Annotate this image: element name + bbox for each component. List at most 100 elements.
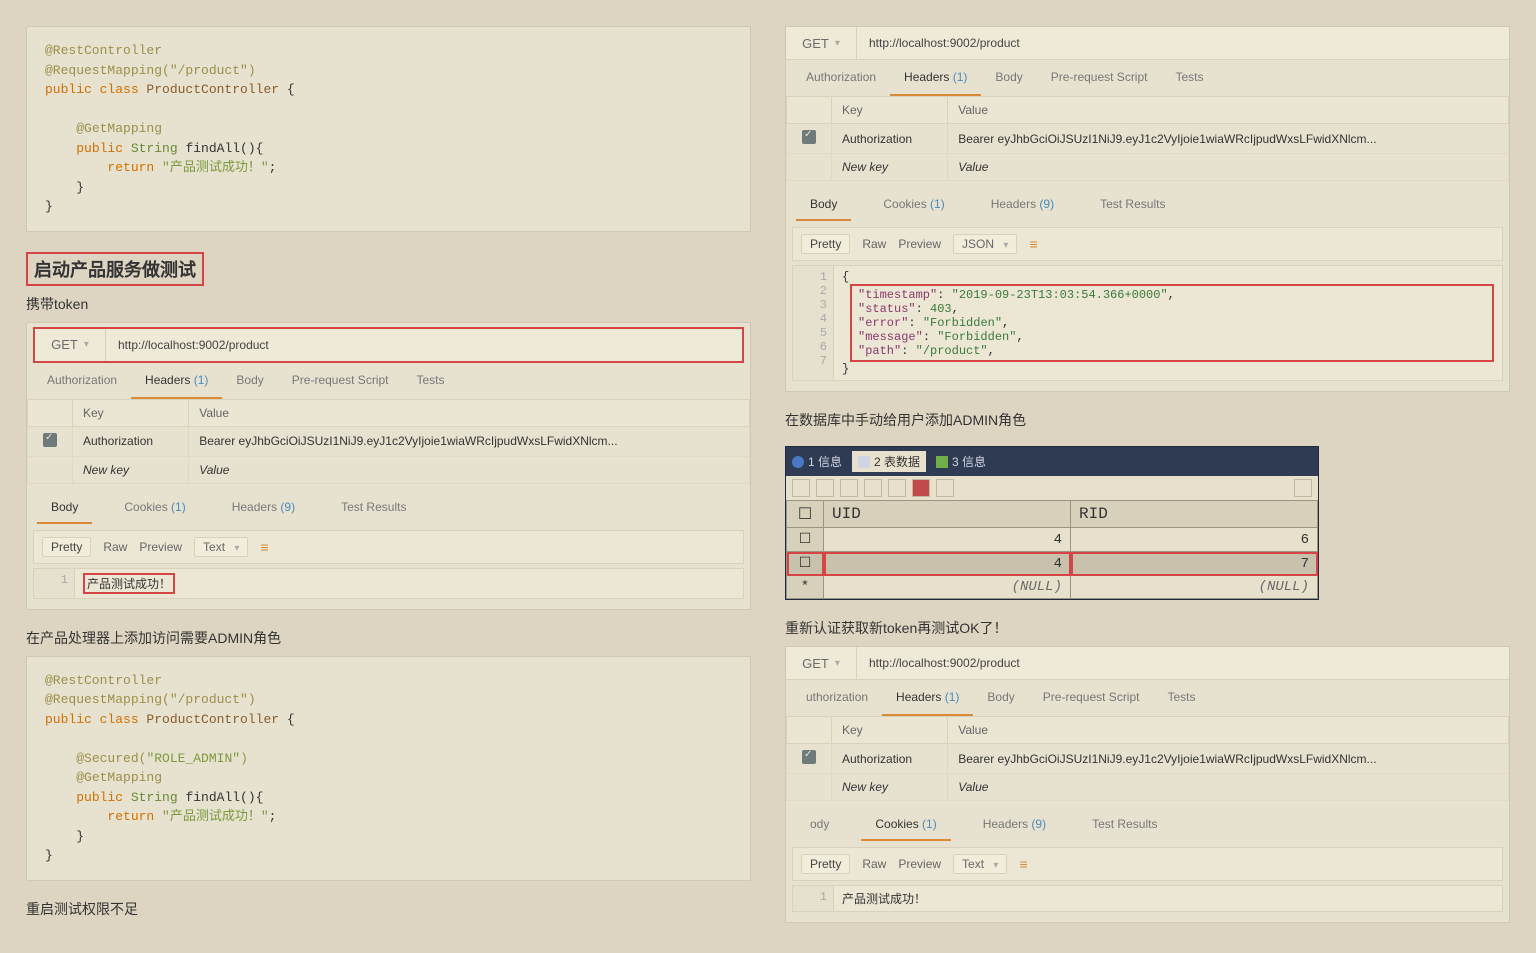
tab-Tests[interactable]: Tests (402, 363, 458, 399)
new-key-input[interactable]: New key (832, 154, 948, 181)
pretty-button[interactable]: Pretty (801, 854, 850, 874)
preview-button[interactable]: Preview (898, 237, 941, 251)
db-toolbar-btn[interactable] (840, 479, 858, 497)
tab-Headers[interactable]: Headers (9) (977, 187, 1068, 221)
request-tabs: AuthorizationHeaders (1)BodyPre-request … (786, 60, 1509, 96)
raw-button[interactable]: Raw (862, 857, 886, 871)
type-selector[interactable]: Text ▾ (953, 854, 1007, 874)
postman-panel-3: GET▾ http://localhost:9002/product uthor… (785, 646, 1510, 923)
wrap-icon[interactable]: ≡ (1029, 236, 1035, 252)
http-method-selector[interactable]: GET▾ (786, 647, 857, 679)
tab-Body[interactable]: Body (37, 490, 92, 524)
chevron-down-icon: ▾ (835, 658, 840, 669)
response-format-bar: Pretty Raw Preview JSON ▾ ≡ (792, 227, 1503, 261)
chevron-down-icon: ▾ (835, 38, 840, 49)
tab-Body[interactable]: Body (981, 60, 1036, 96)
tab-Authorization[interactable]: Authorization (33, 363, 131, 399)
db-grid: ☐UIDRID☐46☐47*(NULL)(NULL) (786, 500, 1318, 599)
preview-button[interactable]: Preview (898, 857, 941, 871)
url-input[interactable]: http://localhost:9002/product (857, 27, 1509, 59)
chevron-down-icon: ▾ (84, 339, 89, 350)
preview-button[interactable]: Preview (139, 540, 182, 554)
right-column: GET▾ http://localhost:9002/product Autho… (785, 26, 1510, 927)
new-key-input[interactable]: New key (73, 456, 189, 483)
new-value-input[interactable]: Value (948, 774, 1509, 801)
db-tab[interactable]: 3 信息 (936, 451, 986, 472)
tab-Body[interactable]: Body (973, 680, 1028, 716)
raw-button[interactable]: Raw (862, 237, 886, 251)
left-column: @RestController @RequestMapping("/produc… (26, 26, 751, 927)
db-toolbar-btn[interactable] (936, 479, 954, 497)
db-tab[interactable]: 1 信息 (792, 451, 842, 472)
section-heading-5: 重新认证获取新token再测试OK了！ (785, 618, 1510, 638)
checkbox-icon[interactable] (802, 130, 816, 144)
tab-Body[interactable]: Body (796, 187, 851, 221)
tab-Pre-request Script[interactable]: Pre-request Script (278, 363, 403, 399)
db-toolbar-btn[interactable] (864, 479, 882, 497)
tab-Tests[interactable]: Tests (1153, 680, 1209, 716)
response-body: 1234567 {"timestamp": "2019-09-23T13:03:… (792, 265, 1503, 381)
tab-Test Results[interactable]: Test Results (1078, 807, 1171, 841)
section-heading-2: 在产品处理器上添加访问需要ADMIN角色 (26, 628, 751, 648)
db-toolbar-btn[interactable] (888, 479, 906, 497)
tab-Pre-request Script[interactable]: Pre-request Script (1037, 60, 1162, 96)
section-heading-4: 在数据库中手动给用户添加ADMIN角色 (785, 410, 1510, 430)
header-value-input[interactable]: Bearer eyJhbGciOiJSUzI1NiJ9.eyJ1c2VyIjoi… (189, 426, 750, 456)
db-toolbar (786, 476, 1318, 500)
http-method-selector[interactable]: GET▾ (786, 27, 857, 59)
tab-uthorization[interactable]: uthorization (792, 680, 882, 716)
tab-Cookies[interactable]: Cookies (1) (110, 490, 199, 524)
wrap-icon[interactable]: ≡ (1019, 856, 1025, 872)
tab-Authorization[interactable]: Authorization (792, 60, 890, 96)
tab-ody[interactable]: ody (796, 807, 843, 841)
tab-Body[interactable]: Body (222, 363, 277, 399)
type-selector[interactable]: JSON ▾ (953, 234, 1017, 254)
new-value-input[interactable]: Value (948, 154, 1509, 181)
tab-Cookies[interactable]: Cookies (1) (869, 187, 958, 221)
http-method-selector[interactable]: GET▾ (35, 329, 106, 361)
header-value-input[interactable]: Bearer eyJhbGciOiJSUzI1NiJ9.eyJ1c2VyIjoi… (948, 744, 1509, 774)
section-heading-3: 重启测试权限不足 (26, 899, 751, 919)
new-value-input[interactable]: Value (189, 456, 750, 483)
tab-Test Results[interactable]: Test Results (1086, 187, 1179, 221)
checkbox-icon[interactable] (802, 750, 816, 764)
code-block-1: @RestController @RequestMapping("/produc… (26, 26, 751, 232)
tab-Headers[interactable]: Headers (1) (882, 680, 973, 716)
response-format-bar: Pretty Raw Preview Text ▾ ≡ (792, 847, 1503, 881)
tab-Headers[interactable]: Headers (9) (218, 490, 309, 524)
new-key-input[interactable]: New key (832, 774, 948, 801)
db-tabs: 1 信息 2 表数据 3 信息 (786, 447, 1318, 476)
url-input[interactable]: http://localhost:9002/product (106, 329, 742, 361)
header-value-input[interactable]: Bearer eyJhbGciOiJSUzI1NiJ9.eyJ1c2VyIjoi… (948, 124, 1509, 154)
tab-Test Results[interactable]: Test Results (327, 490, 420, 524)
db-toolbar-btn[interactable] (1294, 479, 1312, 497)
response-tabs: Body Cookies (1) Headers (9) Test Results (786, 181, 1509, 221)
type-selector[interactable]: Text ▾ (194, 537, 248, 557)
response-body: 1 产品测试成功！ (792, 885, 1503, 912)
headers-table: KeyValue Authorization Bearer eyJhbGciOi… (786, 716, 1509, 801)
header-key-input[interactable]: Authorization (73, 426, 189, 456)
pretty-button[interactable]: Pretty (801, 234, 850, 254)
tab-Cookies[interactable]: Cookies (1) (861, 807, 950, 841)
tab-Pre-request Script[interactable]: Pre-request Script (1029, 680, 1154, 716)
section-heading-1: 启动产品服务做测试 (26, 252, 751, 286)
header-key-input[interactable]: Authorization (832, 744, 948, 774)
headers-table: KeyValue Authorization Bearer eyJhbGciOi… (786, 96, 1509, 181)
db-tab[interactable]: 2 表数据 (852, 451, 926, 472)
pretty-button[interactable]: Pretty (42, 537, 91, 557)
checkbox-icon[interactable] (43, 433, 57, 447)
wrap-icon[interactable]: ≡ (260, 539, 266, 555)
url-input[interactable]: http://localhost:9002/product (857, 647, 1509, 679)
header-key-input[interactable]: Authorization (832, 124, 948, 154)
response-tabs: ody Cookies (1) Headers (9) Test Results (786, 801, 1509, 841)
tab-Headers[interactable]: Headers (1) (131, 363, 222, 399)
response-body: 1 产品测试成功！ (33, 568, 744, 599)
headers-table: KeyValue Authorization Bearer eyJhbGciOi… (27, 399, 750, 484)
db-toolbar-btn[interactable] (792, 479, 810, 497)
db-toolbar-btn[interactable] (816, 479, 834, 497)
raw-button[interactable]: Raw (103, 540, 127, 554)
tab-Headers[interactable]: Headers (1) (890, 60, 981, 96)
tab-Tests[interactable]: Tests (1161, 60, 1217, 96)
tab-Headers[interactable]: Headers (9) (969, 807, 1060, 841)
delete-icon[interactable] (912, 479, 930, 497)
